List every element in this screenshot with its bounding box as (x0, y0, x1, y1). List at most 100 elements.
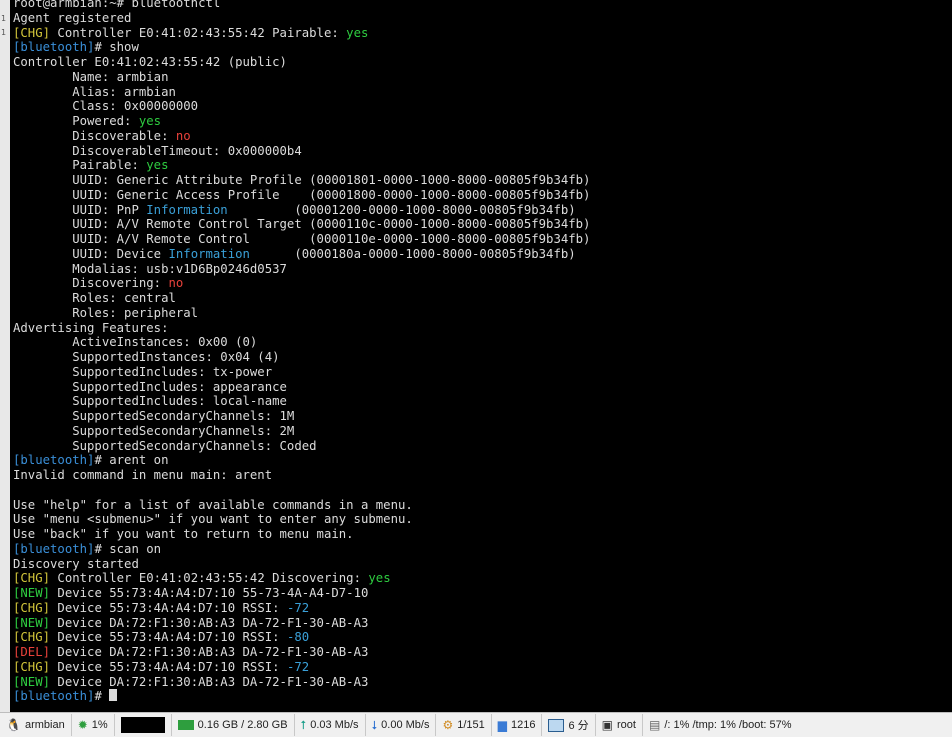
terminal-text: Invalid command in menu main: arent (13, 468, 273, 482)
terminal-line: Pairable: yes (13, 158, 590, 173)
terminal-text: Use "back" if you want to return to menu… (13, 527, 354, 541)
terminal-line: [CHG] Device 55:73:4A:A4:D7:10 RSSI: -72 (13, 601, 590, 616)
terminal-text: [bluetooth] (13, 40, 95, 55)
terminal-text: SupportedIncludes: appearance (13, 379, 287, 394)
terminal-text: CHG (20, 25, 43, 40)
terminal-line: SupportedInstances: 0x04 (4) (13, 350, 590, 365)
status-uptime[interactable]: 6 分 (542, 714, 596, 736)
terminal-text: Controller E0:41:02:43:55:42 Discovering… (50, 571, 369, 586)
status-files[interactable]: ▆ 1216 (492, 714, 543, 736)
terminal-text: Information (146, 202, 228, 217)
terminal-line: [bluetooth]# (13, 689, 590, 704)
terminal-line: Roles: peripheral (13, 306, 590, 321)
terminal-line: SupportedSecondaryChannels: 1M (13, 409, 590, 424)
terminal-text: CHG (20, 659, 43, 674)
terminal-text: ] (42, 674, 51, 689)
terminal-text: [bluetooth] (13, 689, 95, 704)
status-download[interactable]: ⭣ 0.00 Mb/s (366, 714, 437, 736)
terminal-text: Controller E0:41:02:43:55:42 Pairable: (50, 25, 347, 40)
terminal-text: # show (94, 40, 139, 55)
terminal-text: SupportedSecondaryChannels: 2M (13, 423, 295, 438)
terminal-line: UUID: PnP Information (00001200-0000-100… (13, 203, 590, 218)
terminal-text: # arent on (94, 453, 169, 468)
terminal-text: UUID: A/V Remote Control Target (0000110… (13, 217, 591, 232)
gutter-mark: 1 (1, 14, 7, 23)
terminal-text: SupportedInstances: 0x04 (4) (13, 350, 280, 364)
terminal-text: Use "menu <submenu>" if you want to ente… (13, 512, 413, 527)
terminal-text: ] (42, 659, 51, 674)
terminal-text: (0000180a-0000-1000-8000-00805f9b34fb) (249, 246, 576, 261)
terminal-text: ] (42, 615, 51, 630)
terminal-text: root@armbian:~# bluetoothctl (13, 0, 221, 10)
terminal-line: [CHG] Controller E0:41:02:43:55:42 Disco… (13, 571, 590, 586)
terminal-text: yes (138, 114, 162, 128)
user-value: root (617, 719, 636, 731)
terminal-text: Discovering: (13, 276, 169, 291)
terminal-line: Discovering: no (13, 276, 590, 291)
upload-value: 0.03 Mb/s (310, 719, 359, 731)
terminal-text: ActiveInstances: 0x00 (0) (13, 335, 258, 350)
terminal-text: Alias: armbian (13, 84, 176, 99)
files-icon: ▆ (497, 718, 507, 732)
terminal-line: Modalias: usb:v1D6Bp0246d0537 (13, 262, 590, 277)
status-disks[interactable]: ▤ /: 1% /tmp: 1% /boot: 57% (643, 714, 798, 736)
status-processes[interactable]: ⚙ 1/151 (436, 714, 492, 736)
status-host[interactable]: 🐧 armbian (0, 714, 72, 736)
terminal-text: yes (346, 25, 369, 40)
terminal-text: ] (42, 630, 51, 645)
terminal-text: [bluetooth] (13, 453, 95, 468)
status-cpu-graph (115, 714, 172, 736)
disk-icon: ▤ (648, 718, 661, 732)
files-value: 1216 (511, 719, 536, 731)
status-upload[interactable]: ⭡ 0.03 Mb/s (295, 714, 366, 736)
terminal-text: Powered: (13, 114, 139, 128)
terminal-window[interactable]: root@armbian:~# bluetoothctl Agent regist… (10, 0, 952, 712)
terminal-line: [NEW] Device DA:72:F1:30:AB:A3 DA-72-F1-… (13, 616, 590, 631)
download-arrow-icon: ⭣ (371, 718, 378, 732)
terminal-text: (00001200-0000-1000-8000-00805f9b34fb) (227, 202, 576, 217)
terminal-line: Roles: central (13, 291, 590, 306)
terminal-text: -72 (286, 659, 310, 674)
status-cpu[interactable]: ✹ 1% (72, 714, 115, 736)
download-value: 0.00 Mb/s (381, 719, 430, 731)
terminal-line: Discoverable: no (13, 129, 590, 144)
terminal-text: Modalias: usb:v1D6Bp0246d0537 (13, 261, 287, 276)
status-memory[interactable]: 0.16 GB / 2.80 GB (172, 714, 295, 736)
cpu-icon: ✹ (77, 718, 88, 732)
terminal-line: UUID: Generic Access Profile (00001800-0… (13, 188, 590, 203)
terminal-text: Information (168, 246, 250, 261)
terminal-text: Class: 0x00000000 (13, 99, 199, 114)
terminal-line: [NEW] Device DA:72:F1:30:AB:A3 DA-72-F1-… (13, 675, 590, 690)
status-user[interactable]: ▣ root (596, 714, 643, 736)
terminal-line: Name: armbian (13, 70, 590, 85)
terminal-text: no (168, 276, 184, 291)
terminal-text: -80 (286, 630, 310, 645)
memory-value: 0.16 GB / 2.80 GB (197, 719, 288, 731)
terminal-text: # (94, 689, 110, 704)
terminal-line: Use "menu <submenu>" if you want to ente… (13, 512, 590, 527)
upload-arrow-icon: ⭡ (300, 718, 307, 732)
terminal-text: NEW (20, 586, 43, 600)
terminal-text: [bluetooth] (13, 541, 95, 556)
terminal-line: SupportedIncludes: local-name (13, 394, 590, 409)
terminal-text: Device DA:72:F1:30:AB:A3 DA-72-F1-30-AB-… (50, 615, 369, 630)
terminal-line: [DEL] Device DA:72:F1:30:AB:A3 DA-72-F1-… (13, 645, 590, 660)
terminal-line: Powered: yes (13, 114, 590, 129)
terminal-line: Class: 0x00000000 (13, 99, 590, 114)
terminal-text: NEW (20, 674, 43, 689)
terminal-output: root@armbian:~# bluetoothctl Agent regist… (13, 0, 590, 704)
terminal-text: Device 55:73:4A:A4:D7:10 RSSI: (50, 600, 287, 615)
user-icon: ▣ (601, 718, 614, 732)
terminal-line: UUID: A/V Remote Control Target (0000110… (13, 217, 590, 232)
terminal-text: UUID: Generic Attribute Profile (0000180… (13, 173, 591, 187)
terminal-text: yes (146, 158, 169, 173)
gutter-mark: 1 (1, 28, 7, 37)
terminal-text: Device DA:72:F1:30:AB:A3 DA-72-F1-30-AB-… (50, 674, 369, 689)
terminal-text: CHG (20, 571, 43, 586)
terminal-line: Advertising Features: (13, 321, 590, 336)
terminal-line: Use "back" if you want to return to menu… (13, 527, 590, 542)
terminal-line: Agent registered (13, 11, 590, 26)
terminal-line: [bluetooth]# scan on (13, 542, 590, 557)
terminal-text: SupportedSecondaryChannels: 1M (13, 409, 295, 423)
